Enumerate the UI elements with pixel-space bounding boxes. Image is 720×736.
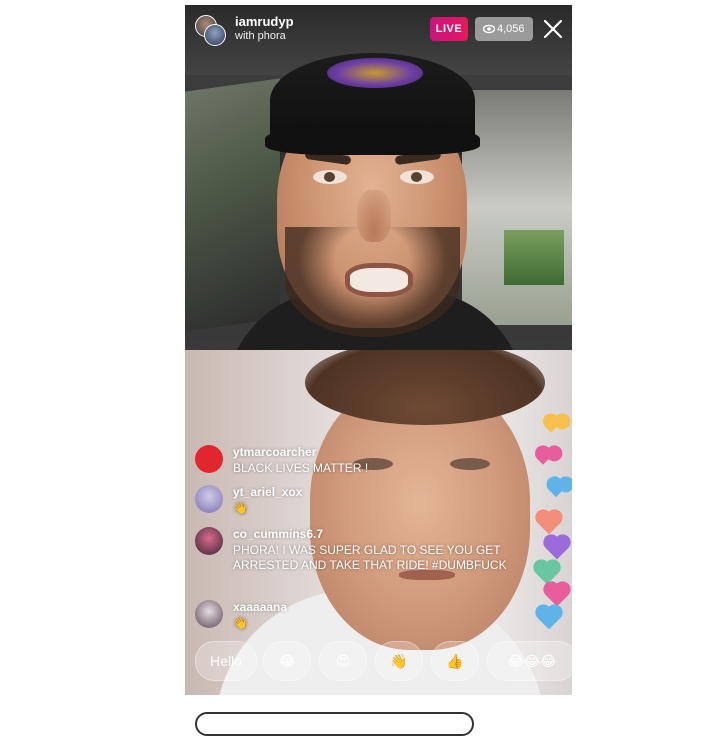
comment-username[interactable]: ytmarcoarcher <box>233 445 316 459</box>
comment-username[interactable]: co_cummins6.7 <box>233 527 323 541</box>
host-avatar-stack[interactable] <box>195 15 226 46</box>
quick-reactions-bar: Hello 😂 😍 👋 👍 😂😂😂 <box>195 641 572 681</box>
heart-icon <box>545 421 557 433</box>
guest-with-label: with phora <box>235 30 286 42</box>
car-window-left <box>185 78 280 332</box>
comment-text: PHORA! I WAS SUPER GLAD TO SEE YOU GET A… <box>233 543 507 572</box>
viewer-count-badge[interactable]: 4,056 <box>475 17 533 41</box>
reaction-heart-eyes[interactable]: 😍 <box>319 641 367 681</box>
reaction-triple-laugh[interactable]: 😂😂😂 <box>487 641 572 681</box>
live-header: iamrudyp with phora LIVE 4,056 <box>185 5 572 55</box>
host-mouth <box>345 263 413 297</box>
avatar[interactable] <box>195 527 223 555</box>
car-window-right <box>462 90 572 325</box>
reaction-wave[interactable]: 👋 <box>375 641 423 681</box>
reaction-laugh[interactable]: 😂 <box>263 641 311 681</box>
eye-icon <box>483 24 495 34</box>
heart-icon <box>545 536 569 560</box>
comment-username[interactable]: xaaaaana <box>233 600 287 614</box>
host-video[interactable] <box>185 5 572 350</box>
live-stream-screen: iamrudyp with phora LIVE 4,056 ytmarcoar… <box>185 5 572 695</box>
device-home-frame <box>195 712 474 736</box>
viewer-count: 4,056 <box>497 23 525 35</box>
avatar[interactable] <box>195 600 223 628</box>
live-badge: LIVE <box>430 17 468 41</box>
host-username[interactable]: iamrudyp <box>235 14 294 29</box>
comment-text: BLACK LIVES MATTER ! <box>233 461 369 475</box>
comment-username[interactable]: yt_ariel_xox <box>233 485 302 499</box>
cap-logo <box>327 58 423 88</box>
heart-icon <box>537 606 561 630</box>
heart-icon <box>537 453 549 465</box>
avatar[interactable] <box>195 485 223 513</box>
avatar <box>204 24 226 46</box>
reaction-hello[interactable]: Hello <box>195 641 257 681</box>
comment-text: 👋 <box>233 501 248 515</box>
heart-icon <box>548 482 564 498</box>
heart-icon <box>537 511 561 535</box>
reaction-thumbs-up[interactable]: 👍 <box>431 641 479 681</box>
close-icon[interactable] <box>541 17 565 41</box>
avatar[interactable] <box>195 445 223 473</box>
floating-hearts <box>535 415 572 655</box>
comment-text: 👋 <box>233 616 248 630</box>
heart-icon <box>545 583 569 607</box>
